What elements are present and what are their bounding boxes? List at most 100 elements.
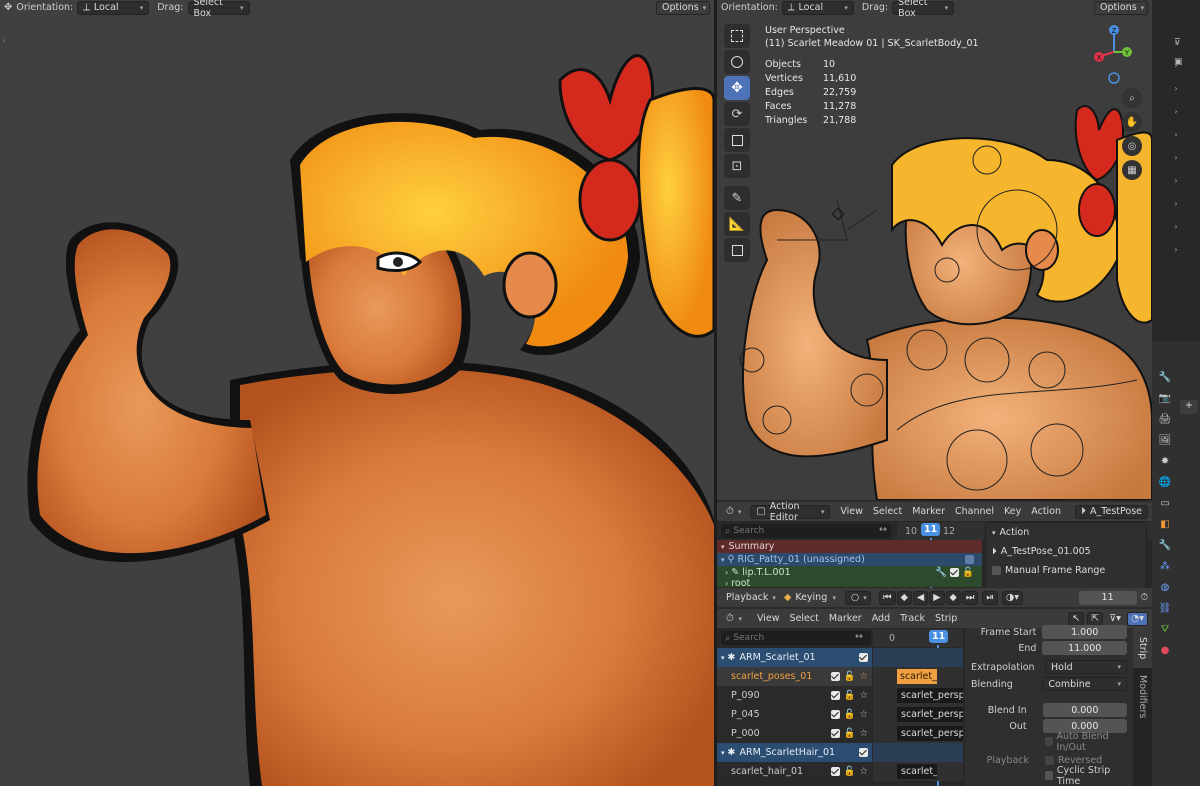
cyclic-checkbox[interactable]	[1045, 771, 1053, 780]
object-icon[interactable]: ◧	[1160, 519, 1169, 530]
track-row[interactable]: P_090 🔓 ☆	[717, 686, 872, 705]
blend-in-field[interactable]: 0.000	[1042, 703, 1127, 717]
track-checkbox[interactable]	[859, 653, 868, 662]
add-cube-icon[interactable]	[724, 238, 750, 262]
chevron-right-icon[interactable]: ›	[1174, 61, 1177, 70]
chevron-right-icon[interactable]: ›	[1174, 222, 1177, 231]
manual-frame-range-checkbox[interactable]	[992, 566, 1001, 575]
track-row[interactable]: P_045 🔓 ☆	[717, 705, 872, 724]
current-frame-marker[interactable]: 11	[929, 630, 949, 643]
menu-add[interactable]: Add	[872, 613, 890, 624]
blending-dropdown[interactable]: Combine ▾	[1042, 677, 1127, 691]
lock-icon[interactable]: 🔓	[962, 567, 974, 578]
camera-icon[interactable]: ◎	[1122, 136, 1142, 156]
auto-blend-row[interactable]: Auto Blend In/Out	[1045, 731, 1127, 753]
channel-search[interactable]: ⌕	[721, 524, 891, 538]
track-checkbox[interactable]	[830, 710, 840, 719]
constraint-icon[interactable]: ⛓	[1159, 603, 1172, 614]
swap-icon[interactable]: ↔	[879, 524, 887, 535]
editor-type-dropdown[interactable]: ⏱ ▾	[721, 611, 747, 626]
reversed-checkbox[interactable]	[1045, 756, 1054, 765]
overlay-icon[interactable]: ◔▾	[1126, 611, 1148, 626]
current-frame-marker[interactable]: 11	[921, 523, 941, 536]
lock-icon[interactable]: 🔓	[844, 671, 856, 682]
navigation-gizmo[interactable]: Z Y X	[1089, 24, 1139, 84]
tab-modifiers[interactable]: Modifiers	[1133, 672, 1152, 722]
view-layer-icon[interactable]: 🖼	[1159, 435, 1172, 446]
frame-step-icon[interactable]: ⏯	[982, 590, 998, 605]
track-row[interactable]: ▾ ✱ ARM_ScarletHair_01	[717, 743, 872, 762]
menu-select[interactable]: Select	[790, 613, 819, 624]
object-data-icon[interactable]: ⛛	[1161, 624, 1169, 635]
drag-dropdown[interactable]: Select Box ▾	[187, 0, 250, 19]
options-dropdown[interactable]: Options ▾	[1094, 0, 1148, 15]
chevron-right-icon[interactable]: ›	[1174, 199, 1177, 208]
right-viewport[interactable]: Orientation: ⟂ Local ▾ Drag: Select Box …	[717, 0, 1152, 500]
transform-icon[interactable]: ⊡	[724, 154, 750, 178]
menu-key[interactable]: Key	[1004, 506, 1021, 517]
tab-strip[interactable]: Strip	[1133, 628, 1152, 668]
mode-dropdown[interactable]: ▢ Action Editor ▾	[750, 501, 831, 523]
keying-dropdown[interactable]: ◆ Keying ▾	[779, 590, 841, 605]
nla-timeline-ruler[interactable]: 0 11	[873, 629, 963, 647]
pan-hand-icon[interactable]: ✋	[1122, 112, 1142, 132]
track-row[interactable]: scarlet_hair_01 🔓 ☆	[717, 762, 872, 781]
frame-range-icon[interactable]: ◑▾	[1001, 590, 1024, 605]
track-checkbox[interactable]	[859, 748, 868, 757]
cyclic-row[interactable]: Cyclic Strip Time	[1045, 765, 1127, 786]
search-input[interactable]	[733, 526, 874, 536]
menu-channel[interactable]: Channel	[955, 506, 994, 517]
menu-action[interactable]: Action	[1031, 506, 1061, 517]
menu-view[interactable]: View	[757, 613, 780, 624]
zoom-icon[interactable]: ⌕	[1122, 88, 1142, 108]
auto-key-toggle[interactable]: ○ ▾	[845, 590, 871, 605]
rotate-icon[interactable]: ⟳	[724, 102, 750, 126]
track-checkbox[interactable]	[830, 767, 840, 776]
menu-marker[interactable]: Marker	[912, 506, 945, 517]
menu-view[interactable]: View	[840, 506, 863, 517]
channel-group[interactable]: › root	[717, 579, 982, 587]
properties-add-button[interactable]: +	[1180, 400, 1198, 414]
measure-icon[interactable]: 📐	[724, 212, 750, 236]
menu-track[interactable]: Track	[900, 613, 925, 624]
star-icon[interactable]: ☆	[859, 728, 868, 739]
physics-icon[interactable]: ◍	[1161, 582, 1170, 593]
nla-strip[interactable]: scarlet_	[897, 764, 937, 779]
annotate-icon[interactable]: ✎	[724, 186, 750, 210]
action-selector[interactable]: ⏵ A_TestPose	[1075, 504, 1148, 519]
scale-icon[interactable]	[724, 128, 750, 152]
jump-start-icon[interactable]: ⏮	[879, 590, 896, 605]
transform-orientation-icon[interactable]: ✥	[4, 2, 12, 13]
star-icon[interactable]: ☆	[859, 709, 868, 720]
nla-strip[interactable]: scarlet_perspe	[897, 726, 963, 741]
channel-summary[interactable]: ▾ Summary	[717, 540, 982, 553]
lock-icon[interactable]: 🔓	[844, 690, 856, 701]
lock-icon[interactable]: 🔓	[844, 766, 856, 777]
play-icon[interactable]: ▶	[929, 590, 945, 605]
track-row[interactable]: P_000 🔓 ☆	[717, 724, 872, 743]
tool-icon[interactable]: 🔧	[1159, 372, 1171, 383]
nla-strip[interactable]: scarlet_	[897, 669, 937, 684]
cursor-icon[interactable]	[724, 50, 750, 74]
panel-action-row[interactable]: ⏵ A_TestPose_01.005	[992, 546, 1140, 557]
orientation-dropdown[interactable]: ⟂ Local ▾	[77, 0, 150, 15]
menu-marker[interactable]: Marker	[829, 613, 862, 624]
nla-strip[interactable]: scarlet_perspe	[897, 707, 963, 722]
chevron-right-icon[interactable]: ›	[1174, 107, 1177, 116]
channel-checkbox[interactable]	[965, 555, 974, 564]
options-dropdown[interactable]: Options ▾	[656, 0, 710, 15]
track-checkbox[interactable]	[830, 691, 840, 700]
scene-icon[interactable]: ✸	[1161, 456, 1169, 467]
chevron-right-icon[interactable]: ›	[1174, 153, 1177, 162]
render-icon[interactable]: 📷	[1159, 393, 1171, 404]
chevron-right-icon[interactable]: ›	[1174, 245, 1177, 254]
play-reverse-icon[interactable]: ◀	[912, 590, 929, 605]
swap-icon[interactable]: ↔	[855, 631, 863, 642]
lock-icon[interactable]: 🔓	[844, 709, 856, 720]
frame-start-field[interactable]: 1.000	[1042, 625, 1127, 639]
star-icon[interactable]: ☆	[859, 671, 868, 682]
nla-search[interactable]: ⌕	[721, 631, 871, 645]
modifier-wrench-icon[interactable]: 🔧	[935, 567, 947, 578]
channel-checkbox[interactable]	[950, 568, 960, 577]
drag-dropdown[interactable]: Select Box ▾	[892, 0, 955, 19]
